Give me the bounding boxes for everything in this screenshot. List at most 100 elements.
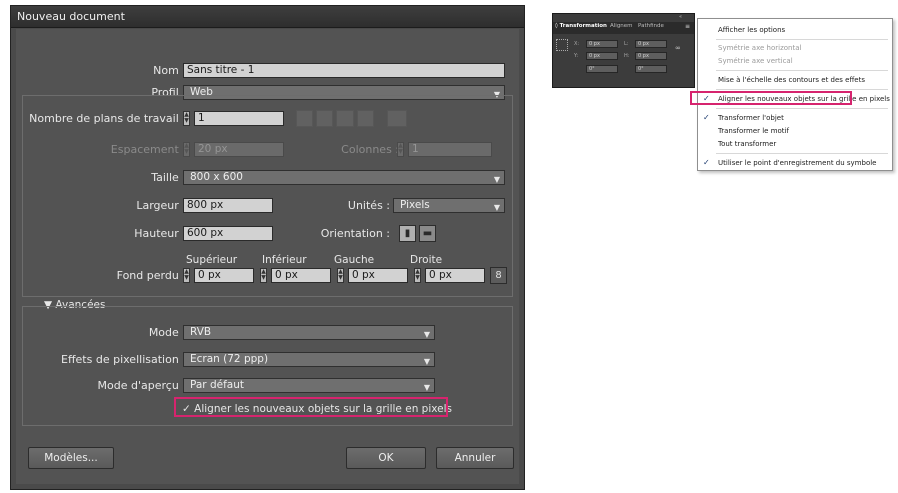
transform-panel: ◊ Transformation Alignem Pathfinde « ≡ X… (552, 13, 695, 88)
spacing-label: Espacement : (110, 143, 186, 156)
height-label: Hauteur : (134, 227, 186, 240)
menu-separator (716, 153, 888, 154)
menu-item-scale-strokes[interactable]: Mise à l'échelle des contours et des eff… (718, 76, 865, 84)
raster-effects-select[interactable]: Ecran (72 ppp) ▼ (183, 352, 435, 367)
menu-separator (716, 39, 888, 40)
dialog-title: Nouveau document (17, 10, 125, 23)
link-chain-icon[interactable]: 8 (490, 267, 507, 284)
menu-item-transform-object[interactable]: Transformer l'objet (718, 114, 784, 122)
panel-collapse-icon[interactable]: « (679, 14, 682, 20)
h-field[interactable]: 0 px (635, 52, 667, 60)
bleed-bottom-input[interactable]: 0 px (271, 268, 331, 283)
spacing-stepper[interactable]: ▲ ▼ (183, 142, 190, 157)
shear-field[interactable]: 0° (635, 65, 667, 73)
tab-align[interactable]: Alignem (610, 23, 633, 29)
menu-item-transform-all[interactable]: Tout transformer (718, 140, 776, 148)
artboards-stepper[interactable]: ▲ ▼ (183, 111, 190, 126)
height-input[interactable]: 600 px (183, 226, 273, 241)
dialog-body: Nom : Sans titre - 1 Profil : Web ▼ Nomb… (16, 29, 519, 484)
color-mode-select[interactable]: RVB ▼ (183, 325, 435, 340)
width-input[interactable]: 800 px (183, 198, 273, 213)
portrait-orientation-icon[interactable]: ▮ (399, 225, 416, 242)
columns-label: Colonnes : (341, 143, 399, 156)
chevron-down-icon: ▼ (423, 330, 430, 339)
w-label: L: (624, 41, 629, 47)
bleed-bottom-label: Inférieur (262, 254, 307, 266)
menu-separator (716, 108, 888, 109)
panel-tabs: ◊ Transformation Alignem Pathfinde (553, 22, 694, 34)
menu-item-flip-vertical[interactable]: Symétrie axe vertical (718, 57, 793, 65)
x-label: X: (574, 41, 580, 47)
columns-stepper[interactable]: ▲ ▼ (397, 142, 404, 157)
layout-direction-icon[interactable] (387, 110, 407, 127)
rotate-field[interactable]: 0° (586, 65, 618, 73)
menu-item-symbol-registration[interactable]: Utiliser le point d'enregistrement du sy… (718, 159, 877, 167)
bleed-left-stepper[interactable]: ▲ ▼ (337, 268, 344, 283)
highlight-box (690, 91, 852, 105)
chevron-down-icon: ▼ (423, 383, 430, 392)
chevron-down-icon: ▼ (493, 175, 500, 184)
grid-by-column-icon[interactable] (316, 110, 333, 127)
color-mode-label: Mode : (148, 326, 186, 339)
arrange-by-row-icon[interactable] (336, 110, 354, 127)
raster-effects-label: Effets de pixellisation : (61, 353, 186, 366)
bleed-right-stepper[interactable]: ▲ ▼ (414, 268, 421, 283)
templates-button[interactable]: Modèles... (28, 447, 114, 469)
w-field[interactable]: 0 px (635, 40, 667, 48)
x-field[interactable]: 0 px (586, 40, 618, 48)
preview-mode-label: Mode d'aperçu : (97, 379, 186, 392)
bleed-label: Fond perdu : (116, 269, 186, 282)
menu-item-flip-horizontal[interactable]: Symétrie axe horizontal (718, 44, 801, 52)
panel-menu-icon[interactable]: ≡ (685, 23, 690, 30)
panel-context-menu: Afficher les options Symétrie axe horizo… (690, 18, 893, 171)
artboards-input[interactable]: 1 (194, 111, 284, 126)
color-mode-value: RVB (190, 326, 212, 338)
checkmark-icon: ✓ (703, 158, 710, 167)
dialog-titlebar[interactable]: Nouveau document (11, 6, 524, 28)
columns-input[interactable]: 1 (408, 142, 492, 157)
preview-mode-select[interactable]: Par défaut ▼ (183, 378, 435, 393)
preview-mode-value: Par défaut (190, 379, 244, 391)
highlight-box (174, 397, 448, 417)
chevron-down-icon: ▼ (423, 357, 430, 366)
y-field[interactable]: 0 px (586, 52, 618, 60)
bleed-right-input[interactable]: 0 px (425, 268, 485, 283)
bleed-top-stepper[interactable]: ▲ ▼ (183, 268, 190, 283)
orientation-label: Orientation : (320, 227, 390, 240)
menu-separator (716, 89, 888, 90)
name-input[interactable]: Sans titre - 1 (183, 63, 505, 78)
units-value: Pixels (400, 199, 430, 211)
spacing-input[interactable]: 20 px (194, 142, 284, 157)
bleed-top-label: Supérieur (186, 254, 238, 266)
raster-effects-value: Ecran (72 ppp) (190, 353, 269, 365)
reference-point-icon[interactable] (556, 39, 568, 51)
size-label: Taille : (151, 171, 186, 184)
artboards-label: Nombre de plans de travail : (29, 112, 186, 125)
chevron-down-icon: ▼ (493, 203, 500, 212)
grid-by-row-icon[interactable] (296, 110, 313, 127)
ok-button[interactable]: OK (346, 447, 426, 469)
h-label: H: (624, 53, 630, 59)
bleed-right-label: Droite (410, 254, 443, 266)
tab-pathfinder[interactable]: Pathfinde (638, 23, 664, 29)
new-document-dialog: Nouveau document Nom : Sans titre - 1 Pr… (10, 5, 525, 490)
link-icon[interactable]: ∞ (675, 44, 681, 52)
menu-item-show-options[interactable]: Afficher les options (718, 26, 785, 34)
units-select[interactable]: Pixels ▼ (393, 198, 505, 213)
landscape-orientation-icon[interactable]: ▬ (419, 225, 436, 242)
arrange-by-column-icon[interactable] (357, 110, 374, 127)
menu-separator (716, 70, 888, 71)
bleed-top-input[interactable]: 0 px (194, 268, 254, 283)
tab-transformation[interactable]: ◊ Transformation (555, 23, 607, 29)
width-label: Largeur : (136, 199, 186, 212)
menu-item-transform-pattern[interactable]: Transformer le motif (718, 127, 789, 135)
size-select[interactable]: 800 x 600 ▼ (183, 170, 505, 185)
checkmark-icon: ✓ (703, 113, 710, 122)
bleed-bottom-stepper[interactable]: ▲ ▼ (260, 268, 267, 283)
bleed-left-input[interactable]: 0 px (348, 268, 408, 283)
bleed-left-label: Gauche (334, 254, 375, 266)
size-value: 800 x 600 (190, 171, 243, 183)
cancel-button[interactable]: Annuler (436, 447, 514, 469)
units-label: Unités : (347, 199, 390, 212)
y-label: Y: (574, 53, 579, 59)
